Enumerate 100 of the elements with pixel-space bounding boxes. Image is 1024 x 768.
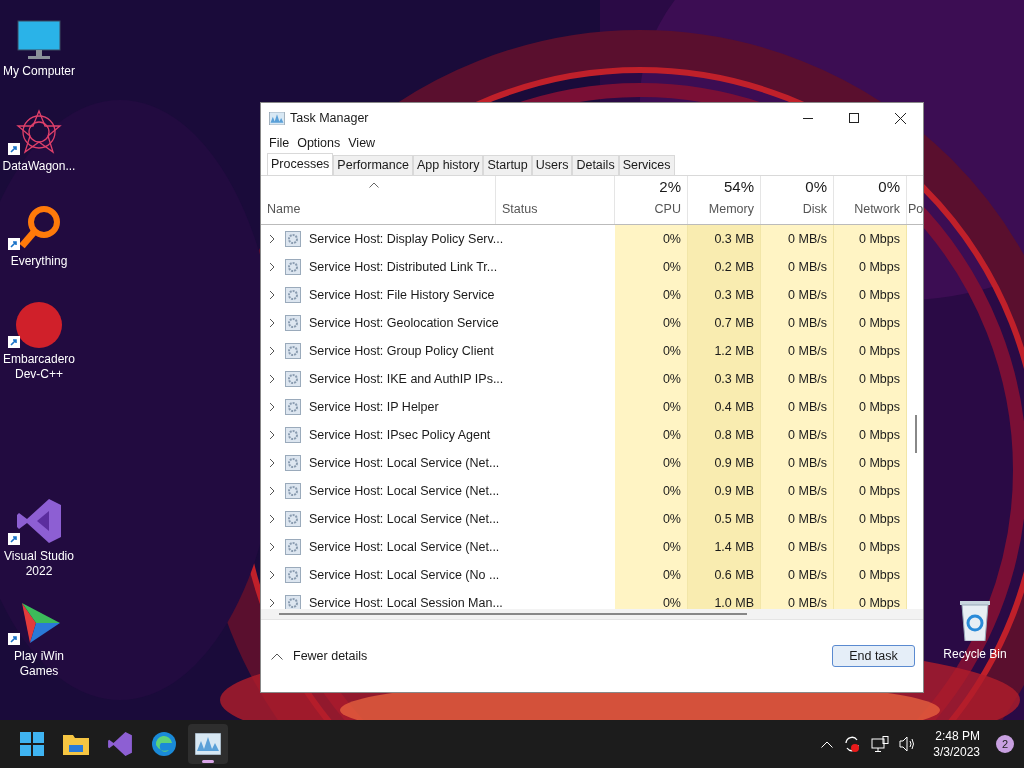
expand-chevron-icon[interactable] <box>267 598 277 608</box>
expand-chevron-icon[interactable] <box>267 402 277 412</box>
desktop-icon-label[interactable]: Play iWin Games <box>0 649 78 679</box>
table-cell-text: 0 Mbps <box>859 426 900 444</box>
table-cell-text: 0 MB/s <box>788 342 827 360</box>
menu-item[interactable]: Options <box>295 133 343 153</box>
table-cell-text: 0 Mbps <box>859 510 900 528</box>
chart-window-icon <box>195 733 221 755</box>
table-cell-text: 0 Mbps <box>859 538 900 556</box>
gear-icon <box>285 343 301 359</box>
table-cell-text: 0.9 MB <box>714 454 754 472</box>
shortcut-arrow-icon <box>8 336 20 348</box>
expand-chevron-icon[interactable] <box>267 374 277 384</box>
table-cell-text: 0 MB/s <box>788 370 827 388</box>
chevron-up-icon[interactable] <box>821 740 834 748</box>
tab[interactable]: Processes <box>267 153 334 175</box>
table-cell-text: 0% <box>662 566 681 584</box>
desktop-icon-label[interactable]: Visual Studio 2022 <box>0 549 78 579</box>
table-cell-text: 0 Mbps <box>859 398 900 416</box>
column-header[interactable]: Name <box>267 200 301 219</box>
desktop-icon-label[interactable]: Everything <box>10 254 68 269</box>
column-header[interactable]: Memory <box>708 200 754 219</box>
process-name: Service Host: Group Policy Client <box>309 342 494 360</box>
vertical-scrollbar-thumb[interactable] <box>915 415 917 453</box>
table-cell-text: 0.4 MB <box>714 398 754 416</box>
shortcut-arrow-icon <box>8 143 20 155</box>
tab[interactable]: Startup <box>483 155 532 175</box>
column-total: 0% <box>878 176 900 197</box>
table-cell-text: 0% <box>662 594 681 612</box>
process-name: Service Host: Local Service (Net... <box>309 538 500 556</box>
folder-icon <box>63 733 89 755</box>
table-cell-text: 0 Mbps <box>859 342 900 360</box>
process-name: Service Host: IPsec Policy Agent <box>309 426 491 444</box>
process-name: Service Host: Display Policy Serv... <box>309 230 504 248</box>
table-cell-text: 0 MB/s <box>788 230 827 248</box>
expand-chevron-icon[interactable] <box>267 514 277 524</box>
expand-chevron-icon[interactable] <box>267 542 277 552</box>
menu-item[interactable]: View <box>346 133 378 153</box>
tab[interactable]: App history <box>412 155 484 175</box>
clock-date[interactable]: 3/3/2023 <box>933 744 980 760</box>
visual-studio-icon <box>15 497 63 545</box>
tab[interactable]: Services <box>618 155 675 175</box>
tab[interactable]: Performance <box>333 155 413 175</box>
process-name: Service Host: Local Service (Net... <box>309 454 500 472</box>
horizontal-scrollbar-thumb[interactable] <box>279 613 747 615</box>
table-cell-text: 0% <box>662 342 681 360</box>
table-cell-text: 0% <box>662 510 681 528</box>
expand-chevron-icon[interactable] <box>267 234 277 244</box>
network-icon[interactable] <box>871 735 890 753</box>
table-cell-text: 0.3 MB <box>714 286 754 304</box>
column-header[interactable]: Disk <box>802 200 827 219</box>
table-cell-text: 1.2 MB <box>714 342 754 360</box>
gear-icon <box>285 371 301 387</box>
table-cell-text: 0 Mbps <box>859 454 900 472</box>
end-task-button[interactable]: End task <box>832 645 915 667</box>
expand-chevron-icon[interactable] <box>267 290 277 300</box>
column-header[interactable]: Po <box>908 200 924 219</box>
table-cell-text: 0% <box>662 286 681 304</box>
table-cell-text: 0 Mbps <box>859 258 900 276</box>
column-total: 0% <box>805 176 827 197</box>
gear-icon <box>285 399 301 415</box>
gear-icon <box>285 567 301 583</box>
table-cell-text: 0 Mbps <box>859 286 900 304</box>
caret-up-icon <box>271 652 283 660</box>
expand-chevron-icon[interactable] <box>267 346 277 356</box>
taskbar-app-button[interactable] <box>188 724 228 764</box>
column-header[interactable]: Status <box>502 200 538 219</box>
process-name: Service Host: Local Service (Net... <box>309 482 500 500</box>
table-cell-text: 0.3 MB <box>714 370 754 388</box>
table-cell-text: 0 Mbps <box>859 566 900 584</box>
sync-alert-icon[interactable] <box>843 735 862 753</box>
table-cell-text: 0% <box>662 230 681 248</box>
expand-chevron-icon[interactable] <box>267 458 277 468</box>
notification-count[interactable]: 2 <box>996 735 1014 753</box>
expand-chevron-icon[interactable] <box>267 486 277 496</box>
column-header[interactable]: Network <box>854 200 900 219</box>
expand-chevron-icon[interactable] <box>267 570 277 580</box>
tab[interactable]: Users <box>531 155 573 175</box>
fewer-details-button[interactable]: Fewer details <box>271 646 368 666</box>
table-cell-text: 0 MB/s <box>788 314 827 332</box>
menu-item[interactable]: File <box>267 133 292 153</box>
table-cell-text: 0 MB/s <box>788 286 827 304</box>
table-cell-text: 0 MB/s <box>788 426 827 444</box>
tab[interactable]: Details <box>572 155 619 175</box>
gear-icon <box>285 483 301 499</box>
process-name: Service Host: Distributed Link Tr... <box>309 258 498 276</box>
table-cell-text: 0.9 MB <box>714 482 754 500</box>
desktop-icon-label[interactable]: My Computer <box>3 64 75 79</box>
desktop-icon-label[interactable]: DataWagon... <box>2 159 76 174</box>
column-header[interactable]: CPU <box>654 200 681 219</box>
clock-time[interactable]: 2:48 PM <box>935 728 980 744</box>
expand-chevron-icon[interactable] <box>267 262 277 272</box>
gear-icon <box>285 287 301 303</box>
expand-chevron-icon[interactable] <box>267 318 277 328</box>
desktop-icon-label[interactable]: Embarcadero Dev-C++ <box>0 352 78 382</box>
desktop-icon-label[interactable]: Recycle Bin <box>943 645 1007 663</box>
expand-chevron-icon[interactable] <box>267 430 277 440</box>
table-cell-text: 0% <box>662 454 681 472</box>
shortcut-arrow-icon <box>8 238 20 250</box>
table-cell-text: 0 Mbps <box>859 594 900 612</box>
